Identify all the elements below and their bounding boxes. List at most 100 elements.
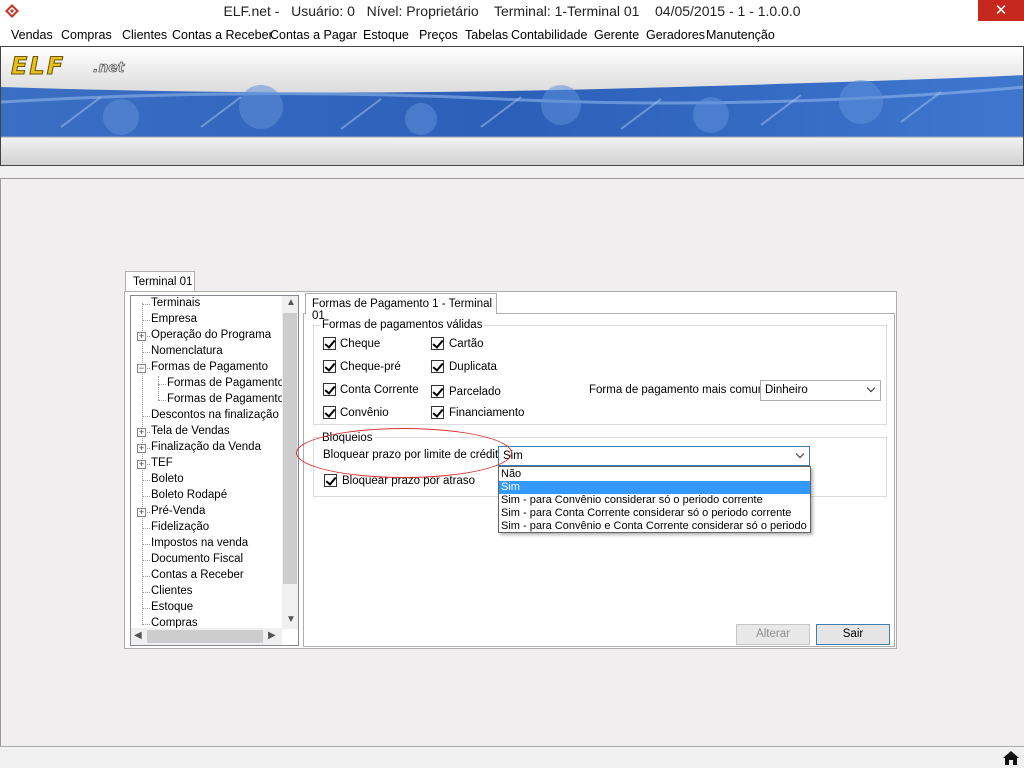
tree-collapse-icon[interactable]: − [137,364,146,373]
alterar-button[interactable]: Alterar [736,624,810,645]
chevron-down-icon [795,449,805,459]
tree-connector [142,544,150,545]
cartao-checkbox[interactable] [431,337,444,350]
tab-formas-de-pagamento-1[interactable]: Formas de Pagamento 1 - Terminal 01 [305,293,497,322]
tree-horizontal-scroll-thumb[interactable] [147,630,263,643]
financiamento-checkbox[interactable] [431,406,444,419]
menu-bar: Vendas Compras Clientes Contas a Receber… [0,24,1024,46]
tree-item-impostos-na-venda[interactable]: Impostos na venda [151,537,248,549]
sair-button[interactable]: Sair [816,624,890,645]
menu-vendas[interactable]: Vendas [11,28,53,42]
tree-item-empresa[interactable]: Empresa [151,313,197,325]
chevron-down-icon [866,383,876,393]
tree-connector [142,560,150,561]
cheque-checkbox[interactable] [323,337,336,350]
tree-connector [142,496,150,497]
status-bar [0,746,1024,768]
tree-item-contas-a-receber[interactable]: Contas a Receber [151,569,244,581]
bloqueios-label: Bloqueios [320,432,375,444]
conta-corrente-checkbox[interactable] [323,383,336,396]
tree-connector [142,352,150,353]
parcelado-checkbox[interactable] [431,385,444,398]
tree-item-estoque[interactable]: Estoque [151,601,193,613]
parcelado-label: Parcelado [449,386,501,398]
bloquear-prazo-limite-select[interactable]: Sim [498,446,810,466]
dropdown-option-sim-convenio[interactable]: Sim - para Convênio considerar só o peri… [499,494,810,507]
scroll-up-icon[interactable]: ▲ [286,297,296,308]
bloquear-prazo-limite-value: Sim [503,450,523,462]
tree-item-tela-de-vendas[interactable]: Tela de Vendas [151,425,230,437]
tree-item-documento-fiscal[interactable]: Documento Fiscal [151,553,243,565]
tree-expand-icon[interactable]: + [137,508,146,517]
dropdown-option-sim-convenio-conta-corrente[interactable]: Sim - para Convênio e Conta Corrente con… [499,520,810,532]
formas-validas-group [313,325,887,425]
dropdown-option-nao[interactable]: Não [499,468,810,481]
bloquear-prazo-atraso-label: Bloquear prazo por atraso [342,475,475,487]
tree-item-fidelizacao[interactable]: Fidelização [151,521,209,533]
cheque-pre-label: Cheque-pré [340,361,401,373]
tree-item-formas-de-pagamento[interactable]: Formas de Pagamento [151,361,268,373]
scroll-right-icon[interactable]: ▶ [268,630,276,641]
title-bar: ELF.net - Usuário: 0 Nível: Proprietário… [0,0,1024,24]
formas-validas-label: Formas de pagamentos válidas [320,319,485,331]
menu-estoque[interactable]: Estoque [363,28,409,42]
tree-expand-icon[interactable]: + [137,332,146,341]
convenio-label: Convênio [340,407,389,419]
menu-tabelas[interactable]: Tabelas [465,28,508,42]
menu-geradores[interactable]: Geradores [646,28,705,42]
home-icon[interactable] [1002,749,1020,767]
menu-gerente[interactable]: Gerente [594,28,639,42]
tree-item-finalizacao-da-venda[interactable]: Finalização da Venda [151,441,261,453]
tree-vertical-scroll-thumb[interactable] [283,313,297,584]
tree-item-nomenclatura[interactable]: Nomenclatura [151,345,223,357]
duplicata-label: Duplicata [449,361,497,373]
menu-contas-a-pagar[interactable]: Contas a Pagar [270,28,357,42]
scroll-left-icon[interactable]: ◀ [134,630,142,641]
dropdown-option-sim[interactable]: Sim [499,481,810,494]
window-title: ELF.net - Usuário: 0 Nível: Proprietário… [223,3,801,19]
header-banner: ELF .net [0,46,1024,166]
tree-item-boleto[interactable]: Boleto [151,473,184,485]
tree-expand-icon[interactable]: + [137,444,146,453]
menu-clientes[interactable]: Clientes [122,28,167,42]
tree-connector [142,416,150,417]
cheque-pre-checkbox[interactable] [323,360,336,373]
tree-connector [142,304,150,305]
bloquear-prazo-atraso-checkbox[interactable] [324,474,337,487]
cheque-label: Cheque [340,338,381,350]
banner-graphic: ELF .net [1,47,1023,165]
menu-compras[interactable]: Compras [61,28,112,42]
banner-logo-text: ELF [11,52,65,80]
tree-item-formas-de-pagamento-1[interactable]: Formas de Pagamento 1 [167,377,294,389]
menu-precos[interactable]: Preços [419,28,458,42]
tree-connector [158,384,166,385]
menu-contas-a-receber[interactable]: Contas a Receber [172,28,273,42]
tree-item-tef[interactable]: TEF [151,457,173,469]
tree-connector [142,480,150,481]
tree-item-clientes[interactable]: Clientes [151,585,193,597]
cartao-label: Cartão [449,338,484,350]
dropdown-option-sim-conta-corrente[interactable]: Sim - para Conta Corrente considerar só … [499,507,810,520]
tab-terminal-01[interactable]: Terminal 01 [125,271,195,292]
toolbar-gap [0,166,1024,178]
duplicata-checkbox[interactable] [431,360,444,373]
menu-contabilidade[interactable]: Contabilidade [511,28,587,42]
tree-item-boleto-rodape[interactable]: Boleto Rodapé [151,489,227,501]
tree-item-terminais[interactable]: Terminais [151,297,200,309]
tree-connector [142,608,150,609]
tree-item-pre-venda[interactable]: Pré-Venda [151,505,205,517]
bloquear-prazo-dropdown: Não Sim Sim - para Convênio considerar s… [498,466,811,533]
convenio-checkbox[interactable] [323,406,336,419]
tree-expand-icon[interactable]: + [137,428,146,437]
tree-item-operacao-do-programa[interactable]: Operação do Programa [151,329,271,341]
tree-expand-icon[interactable]: + [137,460,146,469]
tree-item-descontos-na-finalizacao[interactable]: Descontos na finalização [151,409,279,421]
tree-connector [142,592,150,593]
close-button[interactable]: ✕ [978,0,1024,21]
menu-manutencao[interactable]: Manutenção [706,28,775,42]
tree-connector [158,400,166,401]
tree-connector [142,624,150,625]
tree-item-formas-de-pagamento-2[interactable]: Formas de Pagamento 2 [167,393,294,405]
forma-mais-comum-select[interactable]: Dinheiro [760,380,881,401]
scroll-down-icon[interactable]: ▼ [286,614,296,625]
